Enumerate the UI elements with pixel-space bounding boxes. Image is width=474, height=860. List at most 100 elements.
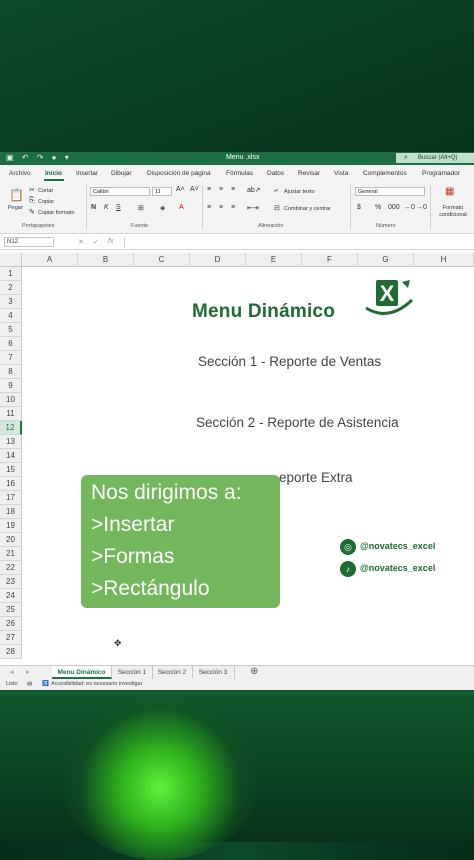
percent-icon[interactable]: % xyxy=(375,204,381,211)
row-header[interactable]: 24 xyxy=(0,589,22,603)
row-header[interactable]: 19 xyxy=(0,519,22,533)
align-center-icon[interactable]: ≡ xyxy=(219,204,223,211)
add-sheet-icon[interactable]: ⊕ xyxy=(250,666,258,677)
merge-center-button[interactable]: Combinar y centrar xyxy=(284,206,331,212)
tab-disposicion[interactable]: Disposición de página xyxy=(147,170,211,177)
row-header[interactable]: 22 xyxy=(0,561,22,575)
row-header[interactable]: 8 xyxy=(0,365,22,379)
tab-dibujar[interactable]: Dibujar xyxy=(111,170,132,177)
tab-revisar[interactable]: Revisar xyxy=(298,170,320,177)
font-color-icon[interactable]: A xyxy=(179,204,184,211)
sheet-tab-seccion-1[interactable]: Sección 1 xyxy=(112,666,153,679)
select-all-corner[interactable] xyxy=(0,253,22,267)
underline-icon[interactable]: S xyxy=(116,204,121,211)
increase-decimal-icon[interactable]: ←0 xyxy=(404,204,415,211)
row-header[interactable]: 12 xyxy=(0,421,22,435)
row-header[interactable]: 4 xyxy=(0,309,22,323)
column-header[interactable]: E xyxy=(246,253,302,267)
conditional-format-button[interactable]: Formato condicional xyxy=(433,205,473,219)
tiktok-icon: ♪ xyxy=(340,561,356,577)
shrink-font-icon[interactable]: A˅ xyxy=(190,186,199,193)
row-header[interactable]: 6 xyxy=(0,337,22,351)
format-painter-button[interactable]: Copiar formato xyxy=(38,210,74,216)
row-header[interactable]: 10 xyxy=(0,393,22,407)
row-header[interactable]: 26 xyxy=(0,617,22,631)
row-header[interactable]: 27 xyxy=(0,631,22,645)
column-header[interactable]: A xyxy=(22,253,78,267)
cancel-icon[interactable]: ✕ xyxy=(78,238,84,246)
align-left-icon[interactable]: ≡ xyxy=(207,204,211,211)
tab-formulas[interactable]: Fórmulas xyxy=(226,170,253,177)
row-header[interactable]: 7 xyxy=(0,351,22,365)
row-header[interactable]: 14 xyxy=(0,449,22,463)
align-middle-icon[interactable]: ≡ xyxy=(219,186,223,193)
quick-access-icons[interactable]: ▣ ↶ ↷ ● ▾ xyxy=(6,153,72,162)
borders-icon[interactable]: ⊞ xyxy=(138,204,144,212)
scroll-tabs-left-icon[interactable]: ◂ xyxy=(10,668,14,676)
indent-icon[interactable]: ⇤⇥ xyxy=(247,204,259,212)
copy-button[interactable]: Copiar xyxy=(38,199,54,205)
orientation-icon[interactable]: ab↗ xyxy=(247,186,261,194)
macro-icon[interactable]: ▤ xyxy=(27,681,32,687)
tab-archivo[interactable]: Archivo xyxy=(9,170,31,177)
tab-programador[interactable]: Programador xyxy=(422,170,460,177)
section-3-link[interactable]: eporte Extra xyxy=(279,470,353,485)
paste-button[interactable]: Pegar xyxy=(8,205,23,211)
italic-icon[interactable]: K xyxy=(104,204,109,211)
column-header[interactable]: H xyxy=(414,253,474,267)
wrap-text-button[interactable]: Ajustar texto xyxy=(284,189,315,195)
row-header[interactable]: 28 xyxy=(0,645,22,659)
tab-insertar[interactable]: Insertar xyxy=(76,170,98,177)
cut-button[interactable]: Cortar xyxy=(38,188,53,194)
column-header[interactable]: G xyxy=(358,253,414,267)
row-header[interactable]: 3 xyxy=(0,295,22,309)
fill-color-icon[interactable]: ◈ xyxy=(160,204,165,212)
row-header[interactable]: 11 xyxy=(0,407,22,421)
column-header[interactable]: B xyxy=(78,253,134,267)
align-right-icon[interactable]: ≡ xyxy=(231,204,235,211)
number-format-select[interactable]: General xyxy=(355,187,425,196)
section-2-link[interactable]: Sección 2 - Reporte de Asistencia xyxy=(196,415,399,430)
align-bottom-icon[interactable]: ≡ xyxy=(231,186,235,193)
bold-icon[interactable]: N xyxy=(91,204,96,211)
row-header[interactable]: 23 xyxy=(0,575,22,589)
tab-inicio[interactable]: Inicio xyxy=(45,170,62,177)
group-alignment-label: Alineación xyxy=(258,223,284,229)
row-header[interactable]: 25 xyxy=(0,603,22,617)
tab-datos[interactable]: Datos xyxy=(267,170,284,177)
row-header[interactable]: 1 xyxy=(0,267,22,281)
row-header[interactable]: 2 xyxy=(0,281,22,295)
scroll-tabs-right-icon[interactable]: ▸ xyxy=(26,668,30,676)
enter-icon[interactable]: ✓ xyxy=(93,238,99,246)
comma-icon[interactable]: 000 xyxy=(388,204,400,211)
tab-vista[interactable]: Vista xyxy=(334,170,348,177)
grow-font-icon[interactable]: A˄ xyxy=(176,186,185,193)
row-header[interactable]: 16 xyxy=(0,477,22,491)
font-name-select[interactable]: Calibri xyxy=(90,187,150,196)
row-header[interactable]: 20 xyxy=(0,533,22,547)
name-box[interactable]: N12 xyxy=(4,237,54,247)
column-header[interactable]: C xyxy=(134,253,190,267)
section-1-link[interactable]: Sección 1 - Reporte de Ventas xyxy=(198,354,381,369)
tab-complementos[interactable]: Complementos xyxy=(363,170,407,177)
paste-icon[interactable]: 📋 xyxy=(9,188,24,202)
font-size-select[interactable]: 11 xyxy=(152,187,172,196)
sheet-tab-seccion-2[interactable]: Sección 2 xyxy=(152,666,193,679)
row-header[interactable]: 15 xyxy=(0,463,22,477)
row-header[interactable]: 21 xyxy=(0,547,22,561)
accessibility-status[interactable]: Accesibilidad: es necesario investigar xyxy=(51,681,142,687)
column-header[interactable]: F xyxy=(302,253,358,267)
row-header[interactable]: 18 xyxy=(0,505,22,519)
sheet-tab-menu[interactable]: Menu Dinámico xyxy=(52,666,112,679)
currency-icon[interactable]: $ xyxy=(357,204,361,211)
fx-icon[interactable]: fx xyxy=(108,238,113,245)
sheet-tab-seccion-3[interactable]: Sección 3 xyxy=(192,666,235,679)
row-header[interactable]: 13 xyxy=(0,435,22,449)
row-header[interactable]: 9 xyxy=(0,379,22,393)
row-header[interactable]: 17 xyxy=(0,491,22,505)
decrease-decimal-icon[interactable]: →0 xyxy=(416,204,427,211)
column-header[interactable]: D xyxy=(190,253,246,267)
search-box[interactable]: ⌕ Buscar (Alt+Q) xyxy=(396,153,474,163)
row-header[interactable]: 5 xyxy=(0,323,22,337)
align-top-icon[interactable]: ≡ xyxy=(207,186,211,193)
